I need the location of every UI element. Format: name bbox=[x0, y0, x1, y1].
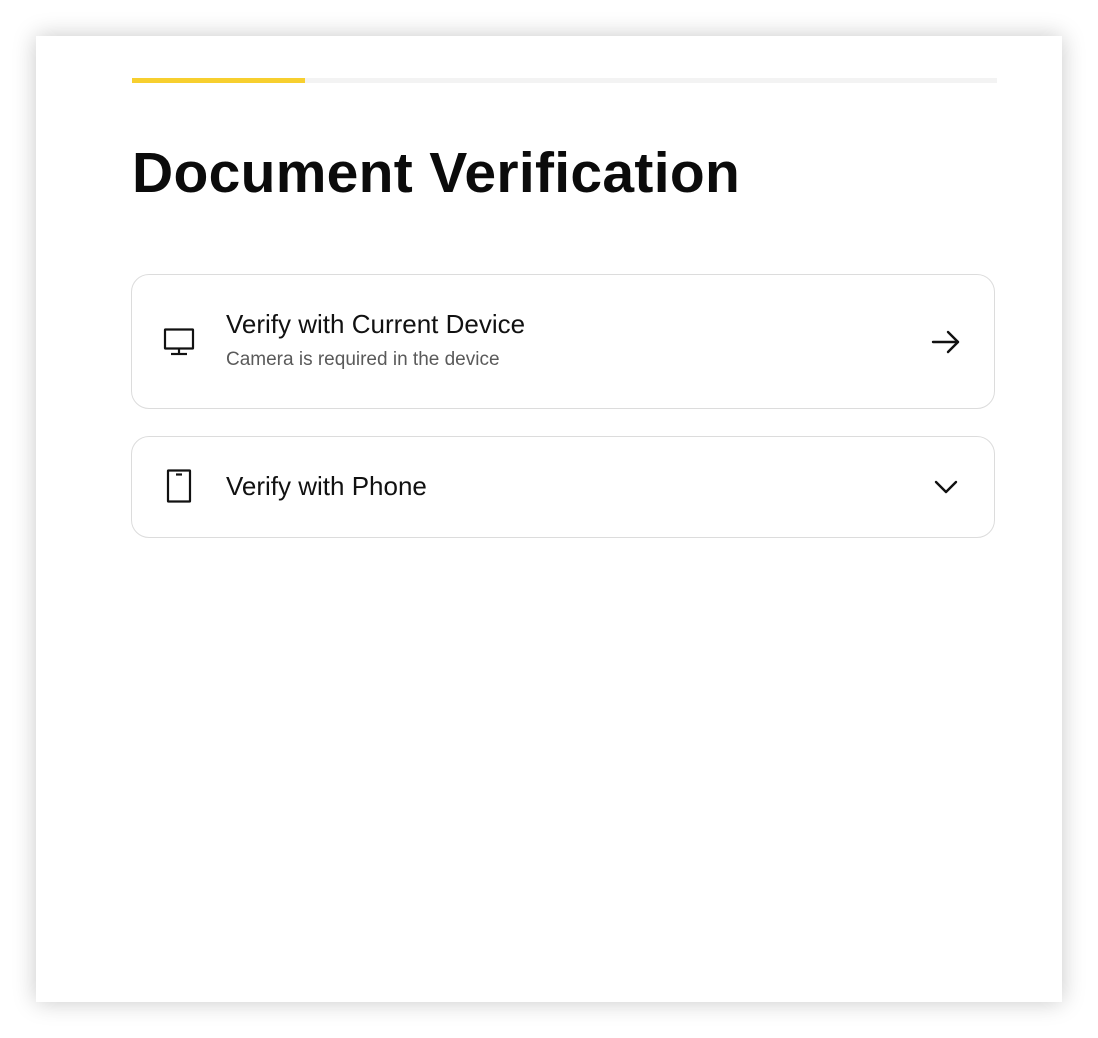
chevron-down-icon bbox=[930, 471, 962, 503]
monitor-icon bbox=[162, 325, 196, 359]
page-title: Document Verification bbox=[132, 141, 741, 205]
verification-card: Document Verification Verify with Curren… bbox=[36, 36, 1062, 1002]
phone-icon bbox=[162, 469, 196, 503]
progress-bar bbox=[132, 78, 997, 83]
option-title: Verify with Current Device bbox=[226, 309, 526, 339]
option-title: Verify with Phone bbox=[226, 471, 427, 501]
verify-current-device-option[interactable]: Verify with Current Device Camera is req… bbox=[131, 274, 995, 409]
verify-with-phone-option[interactable]: Verify with Phone bbox=[131, 436, 995, 538]
arrow-right-icon bbox=[930, 326, 962, 358]
option-text: Verify with Current Device Camera is req… bbox=[226, 308, 525, 372]
option-text: Verify with Phone bbox=[226, 470, 427, 502]
progress-fill bbox=[132, 78, 305, 83]
option-subtitle: Camera is required in the device bbox=[226, 349, 500, 370]
